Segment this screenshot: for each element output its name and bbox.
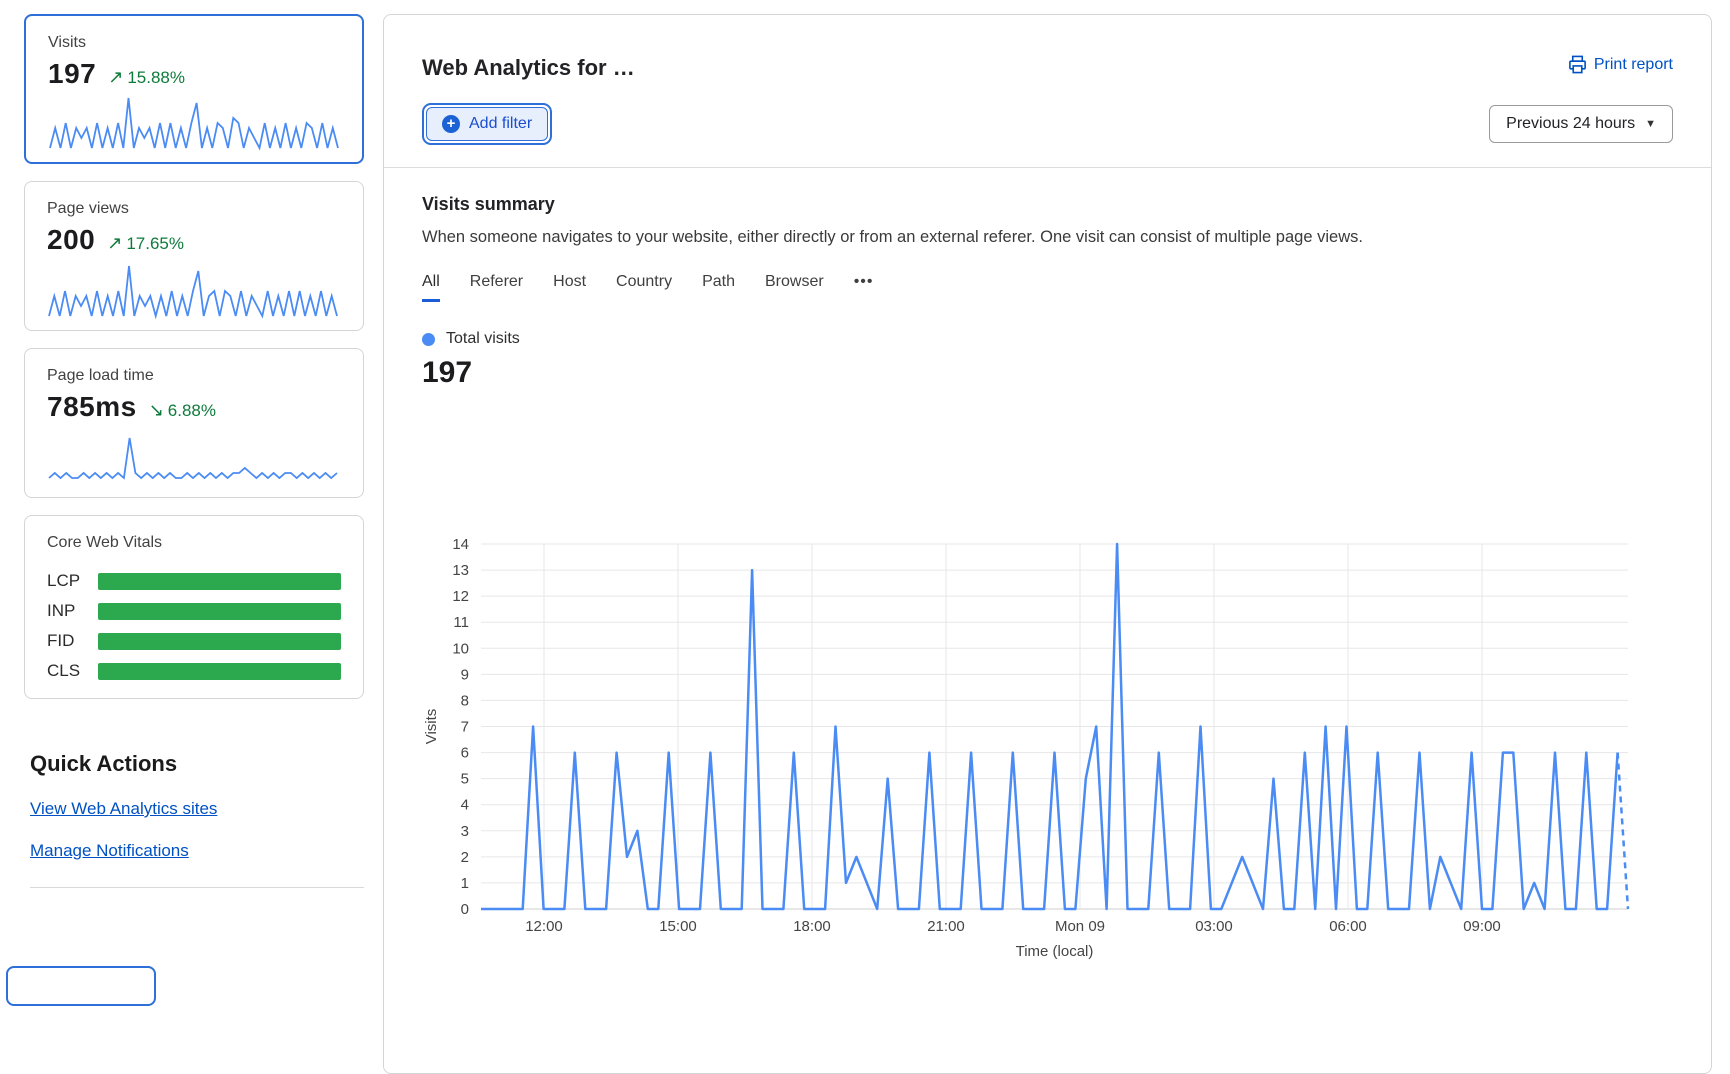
- tab-browser[interactable]: Browser: [765, 273, 824, 302]
- add-filter-label: Add filter: [469, 115, 532, 133]
- svg-text:Visits: Visits: [423, 709, 440, 745]
- chart-legend: Total visits: [422, 330, 1673, 348]
- svg-text:4: 4: [461, 797, 469, 814]
- svg-text:1: 1: [461, 875, 469, 892]
- page-load-time-sparkline: [45, 429, 341, 487]
- cwv-row-cls: CLS: [47, 656, 341, 686]
- svg-text:Time (local): Time (local): [1016, 943, 1094, 960]
- add-filter-focus-ring: + Add filter: [422, 103, 552, 145]
- add-filter-button[interactable]: + Add filter: [426, 107, 548, 141]
- cwv-label: INP: [47, 601, 98, 621]
- svg-text:14: 14: [452, 536, 469, 553]
- page-load-time-card[interactable]: Page load time 785ms ↘6.88%: [24, 348, 364, 498]
- page-views-trend-pct: 17.65%: [126, 234, 184, 253]
- web-analytics-panel: Web Analytics for … Print report + Add f…: [383, 14, 1712, 1074]
- page-load-time-trend: ↘6.88%: [149, 400, 216, 421]
- core-web-vitals-card: Core Web Vitals LCP INP FID CLS: [24, 515, 364, 699]
- visits-value: 197: [48, 58, 96, 90]
- cwv-bar-cls: [98, 663, 341, 680]
- svg-text:3: 3: [461, 823, 469, 840]
- visits-card[interactable]: Visits 197 ↗15.88%: [24, 14, 364, 164]
- cwv-label: CLS: [47, 661, 98, 681]
- visits-summary-title: Visits summary: [422, 194, 1673, 215]
- quick-actions-title: Quick Actions: [30, 751, 364, 777]
- trend-down-icon: ↘: [149, 400, 164, 420]
- plus-circle-icon: +: [442, 115, 460, 133]
- legend-label: Total visits: [446, 330, 520, 348]
- visits-sparkline: [46, 94, 342, 152]
- tab-all[interactable]: All: [422, 273, 440, 302]
- page-views-trend: ↗17.65%: [107, 233, 184, 254]
- total-visits-value: 197: [422, 356, 1673, 390]
- svg-text:06:00: 06:00: [1329, 918, 1367, 935]
- cwv-row-lcp: LCP: [47, 566, 341, 596]
- svg-text:03:00: 03:00: [1195, 918, 1233, 935]
- tab-referer[interactable]: Referer: [470, 273, 523, 302]
- tab-more-ellipsis-icon[interactable]: •••: [854, 273, 874, 302]
- page-load-time-card-title: Page load time: [47, 367, 341, 385]
- visits-trend: ↗15.88%: [108, 67, 185, 88]
- svg-text:2: 2: [461, 849, 469, 866]
- svg-text:18:00: 18:00: [793, 918, 831, 935]
- svg-text:10: 10: [452, 640, 469, 657]
- time-range-dropdown[interactable]: Previous 24 hours ▼: [1489, 105, 1673, 143]
- cwv-row-inp: INP: [47, 596, 341, 626]
- legend-dot-icon: [422, 333, 435, 346]
- svg-text:5: 5: [461, 771, 469, 788]
- svg-text:21:00: 21:00: [927, 918, 965, 935]
- cwv-bar-inp: [98, 603, 341, 620]
- sidebar-divider: [30, 887, 364, 888]
- visits-chart-svg: 0123456789101112131412:0015:0018:0021:00…: [420, 456, 1680, 971]
- svg-text:Mon 09: Mon 09: [1055, 918, 1105, 935]
- tab-host[interactable]: Host: [553, 273, 586, 302]
- print-report-link[interactable]: Print report: [1568, 55, 1673, 74]
- page-title: Web Analytics for …: [422, 55, 635, 81]
- svg-text:6: 6: [461, 745, 469, 762]
- cwv-bar-lcp: [98, 573, 341, 590]
- page-load-time-value: 785ms: [47, 391, 137, 423]
- core-web-vitals-title: Core Web Vitals: [47, 534, 341, 552]
- trend-up-icon: ↗: [108, 67, 123, 87]
- page-views-card-title: Page views: [47, 200, 341, 218]
- tab-path[interactable]: Path: [702, 273, 735, 302]
- tab-country[interactable]: Country: [616, 273, 672, 302]
- quick-actions-section: Quick Actions View Web Analytics sites M…: [24, 751, 364, 888]
- manage-notifications-link[interactable]: Manage Notifications: [30, 841, 189, 861]
- cwv-row-fid: FID: [47, 626, 341, 656]
- svg-text:11: 11: [453, 614, 469, 631]
- trend-up-icon: ↗: [107, 233, 122, 253]
- time-range-label: Previous 24 hours: [1506, 115, 1635, 133]
- cwv-bar-fid: [98, 633, 341, 650]
- cwv-label: LCP: [47, 571, 98, 591]
- cutoff-action-button[interactable]: [6, 966, 156, 1006]
- print-report-label: Print report: [1594, 56, 1673, 74]
- svg-text:8: 8: [461, 692, 469, 709]
- svg-text:9: 9: [461, 666, 469, 683]
- svg-text:7: 7: [461, 719, 469, 736]
- dimension-tabs: All Referer Host Country Path Browser ••…: [422, 273, 1673, 302]
- page-views-card[interactable]: Page views 200 ↗17.65%: [24, 181, 364, 331]
- svg-text:12: 12: [452, 588, 469, 605]
- svg-text:15:00: 15:00: [659, 918, 697, 935]
- svg-text:09:00: 09:00: [1463, 918, 1501, 935]
- visits-card-title: Visits: [48, 34, 340, 52]
- chevron-down-icon: ▼: [1645, 118, 1656, 130]
- view-web-analytics-sites-link[interactable]: View Web Analytics sites: [30, 799, 217, 819]
- page-views-sparkline: [45, 262, 341, 320]
- printer-icon: [1568, 55, 1587, 74]
- visits-trend-pct: 15.88%: [127, 68, 185, 87]
- page-load-time-trend-pct: 6.88%: [168, 401, 216, 420]
- visits-summary-description: When someone navigates to your website, …: [422, 228, 1673, 247]
- svg-text:13: 13: [452, 562, 469, 579]
- svg-text:0: 0: [461, 901, 469, 918]
- cwv-label: FID: [47, 631, 98, 651]
- page-views-value: 200: [47, 224, 95, 256]
- svg-text:12:00: 12:00: [525, 918, 563, 935]
- visits-line-chart: 0123456789101112131412:0015:0018:0021:00…: [420, 456, 1680, 971]
- metrics-sidebar: Visits 197 ↗15.88% Page views 200 ↗17.65…: [24, 14, 364, 888]
